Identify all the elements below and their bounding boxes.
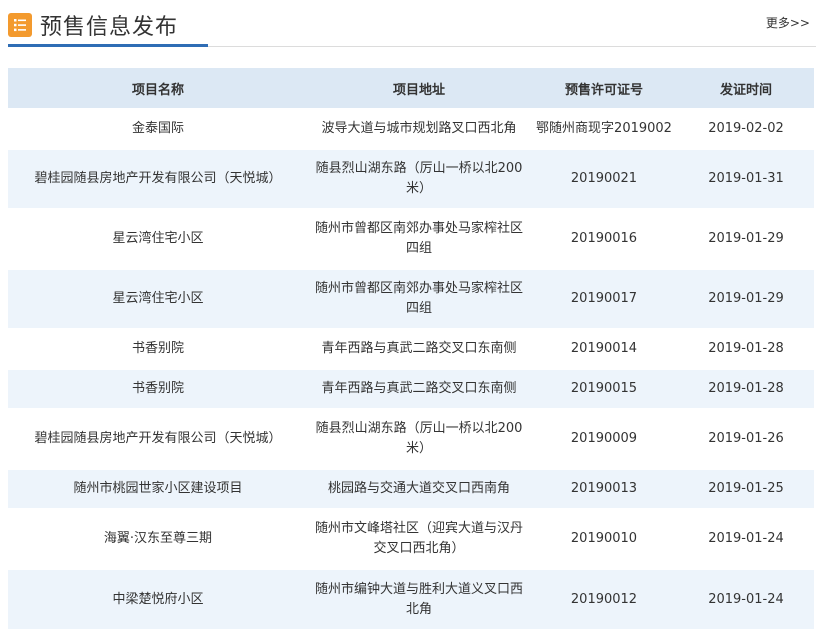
license-cell: 鄂随州商现字2019002 xyxy=(530,108,678,149)
project-name-cell[interactable]: 星云湾住宅小区 xyxy=(8,268,308,329)
date-cell: 2019-01-24 xyxy=(678,568,814,629)
table-row: 碧桂园随县房地产开发有限公司（天悦城） 随县烈山湖东路（厉山一桥以北200米） … xyxy=(8,408,814,469)
title-underline xyxy=(8,44,208,47)
license-cell: 20190009 xyxy=(530,408,678,469)
title-wrap: 预售信息发布 xyxy=(8,4,178,46)
table-row: 海翼·汉东至尊三期 随州市文峰塔社区（迎宾大道与汉丹交叉口西北角） 201900… xyxy=(8,508,814,569)
project-address-cell: 桃园路与交通大道交叉口西南角 xyxy=(308,468,530,509)
project-address-cell: 青年西路与真武二路交叉口东南侧 xyxy=(308,328,530,369)
more-link[interactable]: 更多>> xyxy=(766,14,810,31)
project-address-cell: 随州市编钟大道与胜利大道义叉口西北角 xyxy=(308,568,530,629)
table-row: 中梁楚悦府小区 随州市编钟大道与胜利大道义叉口西北角 20190012 2019… xyxy=(8,568,814,629)
license-cell: 20190017 xyxy=(530,268,678,329)
license-cell: 20190021 xyxy=(530,148,678,209)
column-header-license: 预售许可证号 xyxy=(530,68,678,109)
project-name-cell[interactable]: 随州市桃园世家小区建设项目 xyxy=(8,468,308,509)
license-cell: 20190010 xyxy=(530,508,678,569)
date-cell: 2019-01-29 xyxy=(678,208,814,269)
table-header-row: 项目名称 项目地址 预售许可证号 发证时间 xyxy=(8,68,814,109)
project-name-cell[interactable]: 海翼·汉东至尊三期 xyxy=(8,508,308,569)
project-address-cell: 波导大道与城市规划路叉口西北角 xyxy=(308,108,530,149)
license-cell: 20190012 xyxy=(530,568,678,629)
column-header-address: 项目地址 xyxy=(308,68,530,109)
date-cell: 2019-01-28 xyxy=(678,328,814,369)
list-icon xyxy=(8,13,32,37)
project-address-cell: 随州市曾都区南郊办事处马家榨社区四组 xyxy=(308,268,530,329)
table-row: 金泰国际 波导大道与城市规划路叉口西北角 鄂随州商现字2019002 2019-… xyxy=(8,108,814,149)
date-cell: 2019-01-29 xyxy=(678,268,814,329)
date-cell: 2019-01-25 xyxy=(678,468,814,509)
table-row: 星云湾住宅小区 随州市曾都区南郊办事处马家榨社区四组 20190016 2019… xyxy=(8,208,814,269)
project-name-cell[interactable]: 书香别院 xyxy=(8,368,308,409)
page-title: 预售信息发布 xyxy=(40,15,179,40)
license-cell: 20190013 xyxy=(530,468,678,509)
date-cell: 2019-02-02 xyxy=(678,108,814,149)
presale-table: 项目名称 项目地址 预售许可证号 发证时间 金泰国际 波导大道与城市规划路叉口西… xyxy=(8,68,814,629)
project-name-cell[interactable]: 金泰国际 xyxy=(8,108,308,149)
project-name-cell[interactable]: 碧桂园随县房地产开发有限公司（天悦城） xyxy=(8,408,308,469)
section-header: 预售信息发布 更多>> xyxy=(0,0,822,48)
project-name-cell[interactable]: 书香别院 xyxy=(8,328,308,369)
table-row: 碧桂园随县房地产开发有限公司（天悦城） 随县烈山湖东路（厉山一桥以北200米） … xyxy=(8,148,814,209)
project-address-cell: 随县烈山湖东路（厉山一桥以北200米） xyxy=(308,408,530,469)
table-row: 随州市桃园世家小区建设项目 桃园路与交通大道交叉口西南角 20190013 20… xyxy=(8,468,814,509)
project-name-cell[interactable]: 碧桂园随县房地产开发有限公司（天悦城） xyxy=(8,148,308,209)
project-address-cell: 青年西路与真武二路交叉口东南侧 xyxy=(308,368,530,409)
date-cell: 2019-01-31 xyxy=(678,148,814,209)
table-row: 书香别院 青年西路与真武二路交叉口东南侧 20190014 2019-01-28 xyxy=(8,328,814,369)
project-address-cell: 随州市文峰塔社区（迎宾大道与汉丹交叉口西北角） xyxy=(308,508,530,569)
table-row: 书香别院 青年西路与真武二路交叉口东南侧 20190015 2019-01-28 xyxy=(8,368,814,409)
column-header-name: 项目名称 xyxy=(8,68,308,109)
date-cell: 2019-01-28 xyxy=(678,368,814,409)
project-name-cell[interactable]: 中梁楚悦府小区 xyxy=(8,568,308,629)
license-cell: 20190014 xyxy=(530,328,678,369)
license-cell: 20190015 xyxy=(530,368,678,409)
license-cell: 20190016 xyxy=(530,208,678,269)
table-row: 星云湾住宅小区 随州市曾都区南郊办事处马家榨社区四组 20190017 2019… xyxy=(8,268,814,329)
date-cell: 2019-01-26 xyxy=(678,408,814,469)
date-cell: 2019-01-24 xyxy=(678,508,814,569)
project-address-cell: 随县烈山湖东路（厉山一桥以北200米） xyxy=(308,148,530,209)
column-header-date: 发证时间 xyxy=(678,68,814,109)
project-address-cell: 随州市曾都区南郊办事处马家榨社区四组 xyxy=(308,208,530,269)
project-name-cell[interactable]: 星云湾住宅小区 xyxy=(8,208,308,269)
